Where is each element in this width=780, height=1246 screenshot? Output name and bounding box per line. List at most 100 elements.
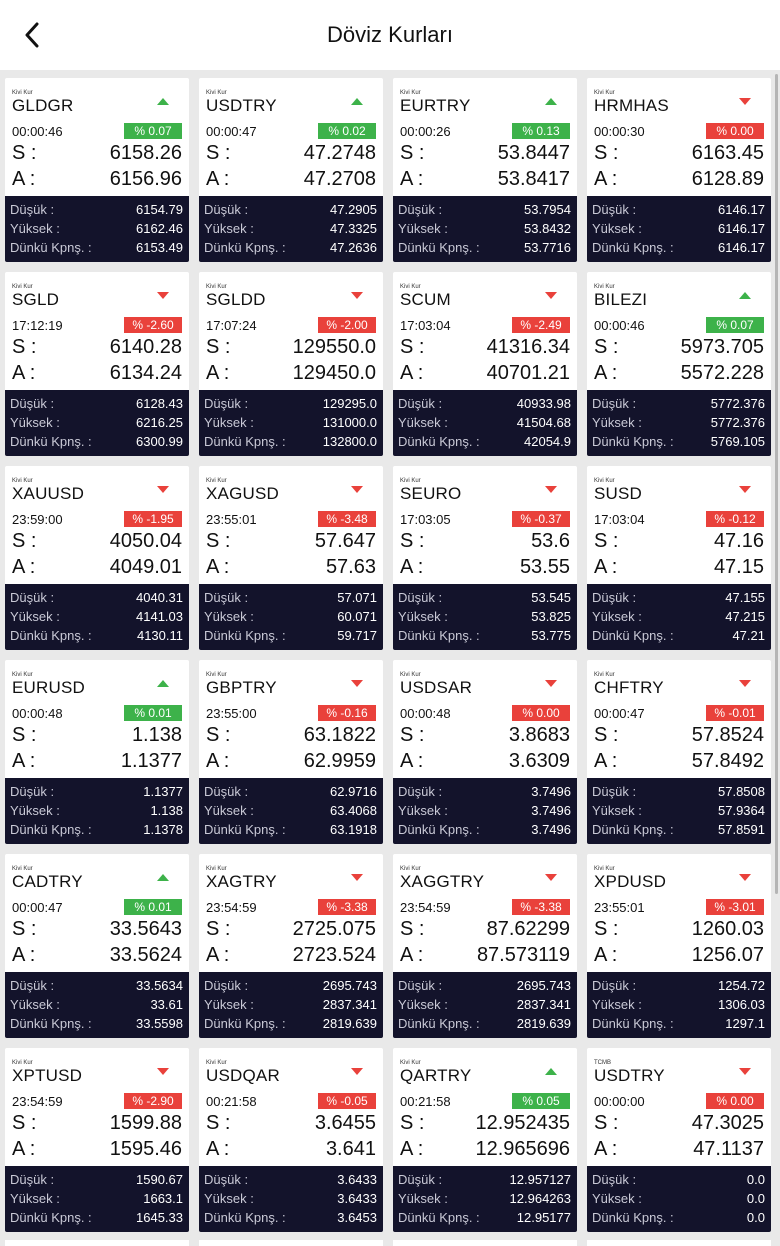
- high-label: Yüksek :: [204, 997, 254, 1012]
- low-row: Düşük : 33.5634: [10, 977, 183, 996]
- rate-card-cadtry[interactable]: Kivi Kur CADTRY 00:00:47 % 0.01 S : 33.5…: [5, 854, 189, 1038]
- sell-value: 1.138: [131, 724, 182, 746]
- high-label: Yüksek :: [398, 803, 448, 818]
- sell-value: 53.6: [531, 530, 570, 552]
- sell-label: S :: [206, 1112, 231, 1134]
- rate-card-hrmhas[interactable]: Kivi Kur HRMHAS 00:00:30 % 0.00 S : 6163…: [587, 78, 771, 262]
- buy-value: 1.1377: [120, 750, 182, 772]
- high-row: Yüksek : 1.138: [10, 802, 183, 821]
- scrollbar[interactable]: [775, 74, 778, 894]
- buy-value: 62.9959: [303, 750, 376, 772]
- rate-card-xagtry[interactable]: Kivi Kur XAGTRY 23:54:59 % -3.38 S : 272…: [199, 854, 383, 1038]
- sell-label: S :: [206, 724, 231, 746]
- rate-card-xagusd[interactable]: Kivi Kur XAGUSD 23:55:01 % -3.48 S : 57.…: [199, 466, 383, 650]
- sell-label: S :: [400, 1112, 425, 1134]
- rate-card-sgldd[interactable]: Kivi Kur SGLDD 17:07:24 % -2.00 S : 1295…: [199, 272, 383, 456]
- prev-close-value: 33.5598: [136, 1016, 183, 1031]
- sell-row: S : 63.1822: [206, 724, 376, 748]
- high-value: 1663.1: [143, 1191, 183, 1206]
- buy-row: A : 1256.07: [594, 944, 764, 968]
- rate-card-usdqar[interactable]: Kivi Kur USDQAR 00:21:58 % -0.05 S : 3.6…: [199, 1048, 383, 1232]
- low-label: Düşük :: [204, 202, 249, 217]
- rate-time: 00:00:47: [12, 900, 63, 915]
- sell-row: S : 47.3025: [594, 1112, 764, 1136]
- rate-code: XAGTRY: [206, 872, 277, 891]
- rate-card-usdtry[interactable]: TCMB USDTRY 00:00:00 % 0.00 S : 47.3025 …: [587, 1048, 771, 1232]
- low-value: 1590.67: [136, 1172, 183, 1187]
- buy-label: A :: [12, 1138, 36, 1160]
- sell-value: 47.2748: [303, 142, 376, 164]
- buy-row: A : 62.9959: [206, 750, 376, 774]
- rate-time: 00:00:47: [594, 706, 645, 721]
- rate-code: USDQAR: [206, 1066, 280, 1085]
- high-row: Yüksek : 1306.03: [592, 996, 765, 1015]
- low-row: Düşük : 57.071: [204, 589, 377, 608]
- rate-card-usdsar[interactable]: Kivi Kur USDSAR 00:00:48 % 0.00 S : 3.86…: [393, 660, 577, 844]
- prev-close-row: Dünkü Kpnş. : 1645.33: [10, 1209, 183, 1228]
- rate-time: 00:00:00: [594, 1094, 645, 1109]
- rate-card-scum[interactable]: Kivi Kur SCUM 17:03:04 % -2.49 S : 41316…: [393, 272, 577, 456]
- high-label: Yüksek :: [10, 803, 60, 818]
- sell-label: S :: [206, 142, 231, 164]
- prev-close-value: 132800.0: [322, 434, 377, 449]
- prev-close-row: Dünkü Kpnş. : 12.95177: [398, 1209, 571, 1228]
- high-row: Yüksek : 33.61: [10, 996, 183, 1015]
- rate-card-top: Kivi Kur EURTRY 00:00:26 % 0.13 S : 53.8…: [393, 78, 577, 196]
- rate-card-eurtry[interactable]: Kivi Kur EURTRY 00:00:26 % 0.13 S : 53.8…: [393, 78, 577, 262]
- rate-card-top: Kivi Kur XAGTRY 23:54:59 % -3.38 S : 272…: [199, 854, 383, 972]
- high-label: Yüksek :: [10, 415, 60, 430]
- low-value: 12.957127: [509, 1172, 571, 1187]
- rate-card-gbptry[interactable]: Kivi Kur GBPTRY 23:55:00 % -0.16 S : 63.…: [199, 660, 383, 844]
- low-row: Düşük : 53.7954: [398, 201, 571, 220]
- rate-card-top: Kivi Kur GBPTRY 23:55:00 % -0.16 S : 63.…: [199, 660, 383, 778]
- buy-label: A :: [206, 1138, 230, 1160]
- rate-card-xauusd[interactable]: Kivi Kur XAUUSD 23:59:00 % -1.95 S : 405…: [5, 466, 189, 650]
- prev-close-row: Dünkü Kpnş. : 3.7496: [398, 821, 571, 840]
- rate-card-chftry[interactable]: Kivi Kur CHFTRY 00:00:47 % -0.01 S : 57.…: [587, 660, 771, 844]
- sell-row: S : 6163.45: [594, 142, 764, 166]
- low-value: 62.9716: [330, 784, 377, 799]
- low-value: 57.8508: [718, 784, 765, 799]
- sell-label: S :: [12, 142, 37, 164]
- buy-row: A : 12.965696: [400, 1138, 570, 1162]
- rate-code: XAGUSD: [206, 484, 279, 503]
- rate-card-sgld[interactable]: Kivi Kur SGLD 17:12:19 % -2.60 S : 6140.…: [5, 272, 189, 456]
- rate-card-eurusd[interactable]: Kivi Kur EURUSD 00:00:48 % 0.01 S : 1.13…: [5, 660, 189, 844]
- rate-card-bilezi[interactable]: Kivi Kur BILEZI 00:00:46 % 0.07 S : 5973…: [587, 272, 771, 456]
- rate-card-usdtry[interactable]: Kivi Kur USDTRY 00:00:47 % 0.02 S : 47.2…: [199, 78, 383, 262]
- low-value: 4040.31: [136, 590, 183, 605]
- rate-card-susd[interactable]: Kivi Kur SUSD 17:03:04 % -0.12 S : 47.16…: [587, 466, 771, 650]
- rate-card-xaggtry[interactable]: Kivi Kur XAGGTRY 23:54:59 % -3.38 S : 87…: [393, 854, 577, 1038]
- low-row: Düşük : 12.957127: [398, 1171, 571, 1190]
- rate-time: 17:07:24: [206, 318, 257, 333]
- rate-card-qartry[interactable]: Kivi Kur QARTRY 00:21:58 % 0.05 S : 12.9…: [393, 1048, 577, 1232]
- change-badge: % 0.00: [512, 705, 570, 721]
- prev-close-value: 1297.1: [725, 1016, 765, 1031]
- change-badge: % 0.00: [706, 123, 764, 139]
- rate-card-gldgr[interactable]: Kivi Kur GLDGR 00:00:46 % 0.07 S : 6158.…: [5, 78, 189, 262]
- high-value: 41504.68: [516, 415, 571, 430]
- rate-time: 17:12:19: [12, 318, 63, 333]
- prev-close-label: Dünkü Kpnş. :: [592, 1210, 674, 1225]
- sell-value: 4050.04: [109, 530, 182, 552]
- caret-down-icon: [545, 292, 557, 299]
- low-row: Düşük : 5772.376: [592, 395, 765, 414]
- low-value: 2695.743: [322, 978, 377, 993]
- prev-close-row: Dünkü Kpnş. : 57.8591: [592, 821, 765, 840]
- caret-down-icon: [739, 98, 751, 105]
- high-row: Yüksek : 47.3325: [204, 220, 377, 239]
- prev-close-value: 42054.9: [524, 434, 571, 449]
- rate-card-xpdusd[interactable]: Kivi Kur XPDUSD 23:55:01 % -3.01 S : 126…: [587, 854, 771, 1038]
- change-badge: % -0.12: [706, 511, 764, 527]
- sell-row: S : 57.647: [206, 530, 376, 554]
- buy-label: A :: [400, 362, 424, 384]
- rate-card-xptusd[interactable]: Kivi Kur XPTUSD 23:54:59 % -2.90 S : 159…: [5, 1048, 189, 1232]
- rate-card-seuro[interactable]: Kivi Kur SEURO 17:03:05 % -0.37 S : 53.6…: [393, 466, 577, 650]
- buy-label: A :: [12, 556, 36, 578]
- rate-stats-panel: Düşük : 1.1377 Yüksek : 1.138 Dünkü Kpnş…: [5, 778, 189, 844]
- high-label: Yüksek :: [592, 221, 642, 236]
- sell-row: S : 2725.075: [206, 918, 376, 942]
- buy-label: A :: [400, 750, 424, 772]
- prev-close-label: Dünkü Kpnş. :: [592, 1016, 674, 1031]
- change-badge: % -2.60: [124, 317, 182, 333]
